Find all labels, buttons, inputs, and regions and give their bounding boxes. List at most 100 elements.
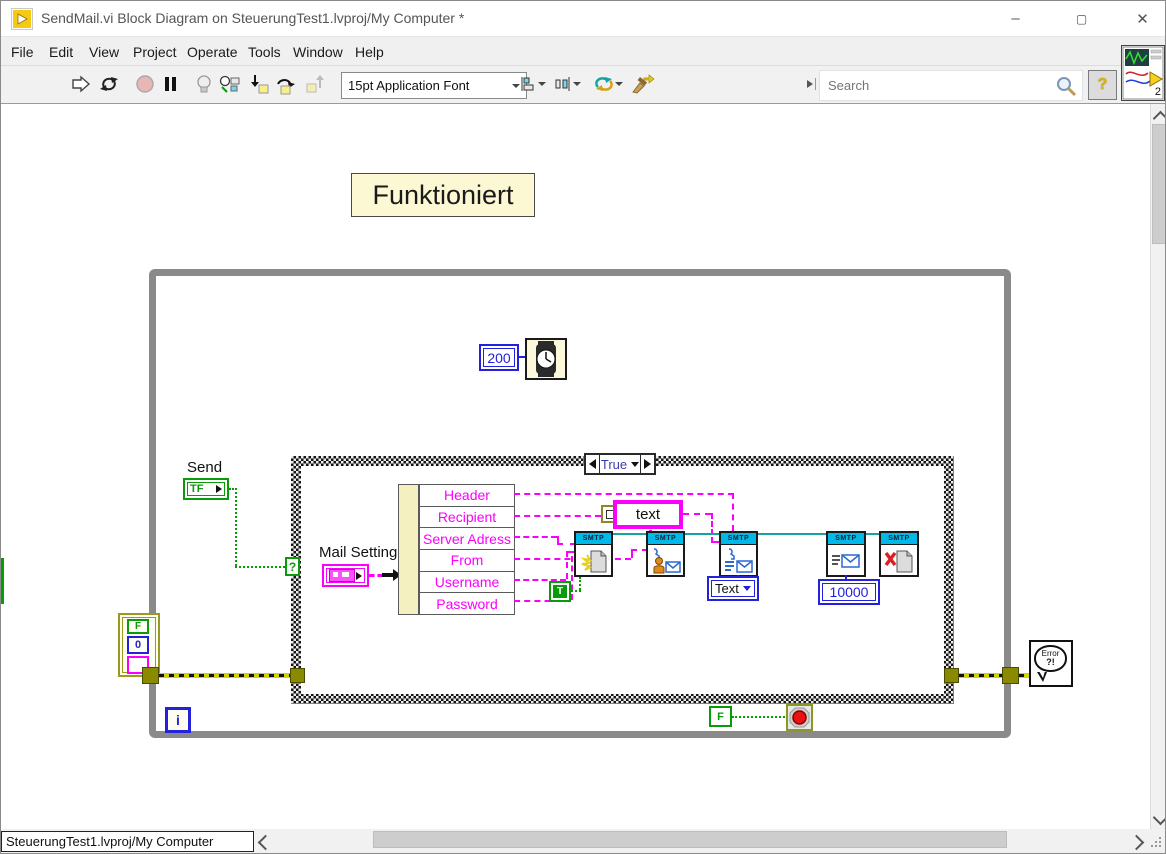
loop-condition-terminal[interactable]	[786, 704, 813, 731]
boolean-wire[interactable]	[235, 488, 237, 566]
distribute-objects-dropdown[interactable]	[552, 70, 584, 98]
string-wire[interactable]	[514, 515, 601, 517]
case-tunnel-right[interactable]	[944, 668, 959, 683]
loop-tunnel-left[interactable]	[142, 667, 159, 684]
send-label[interactable]: Send	[187, 459, 222, 476]
smtp-handle-wire[interactable]	[685, 533, 719, 535]
case-tunnel-left[interactable]	[290, 668, 305, 683]
menu-file[interactable]: File	[7, 37, 38, 66]
unbundle-field[interactable]: From	[419, 550, 515, 572]
timeout-constant[interactable]: 10000	[818, 579, 880, 605]
search-icon[interactable]	[1054, 74, 1078, 98]
unbundle-field[interactable]: Server Adress	[419, 528, 515, 551]
boolean-wire[interactable]	[579, 577, 581, 590]
case-previous-button[interactable]	[586, 455, 600, 473]
error-wire[interactable]	[159, 673, 291, 678]
text-string-constant[interactable]: text	[613, 500, 683, 529]
maximize-button[interactable]: ▢	[1059, 1, 1104, 36]
string-wire[interactable]	[711, 513, 713, 543]
boolean-wire[interactable]	[732, 716, 788, 718]
scroll-left-arrow[interactable]	[257, 834, 274, 853]
vertical-scrollbar[interactable]	[1150, 104, 1165, 829]
smtp-send-email-node[interactable]: SMTP	[826, 531, 866, 577]
scroll-down-arrow[interactable]	[1152, 809, 1165, 828]
close-button[interactable]: ✕	[1120, 1, 1165, 36]
string-wire[interactable]	[566, 551, 568, 579]
message-type-constant[interactable]: Text	[707, 576, 759, 601]
run-button[interactable]	[67, 70, 95, 98]
toolbar-overflow-chevron[interactable]	[807, 78, 816, 90]
step-into-button[interactable]	[246, 70, 274, 98]
boolean-wire[interactable]	[235, 566, 285, 568]
false-constant[interactable]: F	[709, 706, 732, 727]
reorder-dropdown[interactable]	[590, 70, 626, 98]
smtp-handle-wire[interactable]	[758, 533, 826, 535]
search-input[interactable]	[820, 77, 1054, 94]
error-wire[interactable]	[959, 673, 1004, 678]
unbundle-by-name-node[interactable]: Header Recipient Server Adress From User…	[419, 484, 515, 616]
error-code-constant[interactable]: 0	[127, 636, 149, 654]
step-into-icon	[251, 75, 269, 94]
resize-grip[interactable]	[1149, 835, 1161, 847]
align-objects-dropdown[interactable]	[517, 70, 549, 98]
simple-error-handler-node[interactable]: Error ?!	[1029, 640, 1073, 687]
case-selector-value-cell[interactable]: True	[600, 455, 640, 473]
smtp-handle-wire[interactable]	[866, 533, 879, 535]
minimize-button[interactable]: –	[993, 1, 1038, 36]
execution-target-label[interactable]: SteuerungTest1.lvproj/My Computer	[1, 831, 254, 852]
smtp-set-message-node[interactable]: SMTP	[719, 531, 758, 577]
smtp-close-icon	[884, 550, 913, 572]
menu-window[interactable]: Window	[289, 37, 347, 66]
vertical-scroll-thumb[interactable]	[1152, 124, 1165, 244]
case-selector-label[interactable]: True	[584, 453, 656, 475]
string-wire[interactable]	[732, 493, 734, 531]
pause-button[interactable]	[157, 70, 185, 98]
help-button[interactable]: ?	[1088, 70, 1117, 100]
string-wire[interactable]	[514, 493, 734, 495]
mail-setting-terminal[interactable]	[322, 564, 369, 587]
unbundle-node-strip[interactable]	[398, 484, 419, 615]
true-constant[interactable]: T	[549, 581, 571, 602]
string-wire[interactable]	[514, 536, 557, 538]
run-icon	[72, 75, 91, 93]
menu-tools[interactable]: Tools	[244, 37, 285, 66]
menu-edit[interactable]: Edit	[45, 37, 77, 66]
cluster-wire[interactable]	[369, 574, 383, 577]
error-status-constant[interactable]: F	[127, 619, 149, 634]
step-over-button[interactable]	[272, 70, 300, 98]
retain-wire-values-button[interactable]	[216, 70, 244, 98]
smtp-handle-wire[interactable]	[613, 533, 646, 535]
smtp-close-handle-node[interactable]: SMTP	[879, 531, 919, 577]
unbundle-field[interactable]: Password	[419, 593, 515, 616]
send-terminal[interactable]: TF	[183, 478, 229, 500]
unbundle-field[interactable]: Username	[419, 571, 515, 594]
smtp-set-recipients-node[interactable]: SMTP	[646, 531, 685, 577]
free-label-comment[interactable]: Funktioniert	[351, 173, 535, 217]
diagram-canvas[interactable]: Funktioniert 200 F 0 True ? Send TF Mail…	[1, 104, 1150, 829]
highlight-execution-button[interactable]	[190, 70, 218, 98]
case-next-button[interactable]	[640, 455, 654, 473]
wire-arrow	[382, 573, 393, 577]
menu-project[interactable]: Project	[129, 37, 181, 66]
chevron-down-icon	[538, 82, 546, 90]
menu-view[interactable]: View	[85, 37, 123, 66]
unbundle-field[interactable]: Header	[419, 484, 515, 507]
cleanup-diagram-button[interactable]	[629, 70, 657, 98]
unbundle-field[interactable]: Recipient	[419, 506, 515, 529]
menu-operate[interactable]: Operate	[183, 37, 242, 66]
smtp-open-handle-node[interactable]: SMTP	[574, 531, 613, 577]
menu-help[interactable]: Help	[351, 37, 388, 66]
chevron-down-icon	[743, 586, 751, 591]
string-wire[interactable]	[683, 513, 711, 515]
horizontal-scroll-thumb[interactable]	[373, 831, 1007, 848]
run-continuously-button[interactable]	[95, 70, 123, 98]
case-selector-terminal[interactable]: ?	[285, 557, 300, 576]
loop-tunnel-right[interactable]	[1002, 667, 1019, 684]
vi-icon-thumbnail[interactable]: 2	[1121, 45, 1165, 101]
font-selector-dropdown[interactable]: 15pt Application Font	[341, 72, 527, 99]
boolean-wire[interactable]	[571, 590, 581, 592]
string-wire[interactable]	[571, 556, 573, 600]
mail-setting-label[interactable]: Mail Setting	[319, 544, 397, 561]
iteration-terminal[interactable]: i	[165, 707, 191, 733]
scroll-right-arrow[interactable]	[1128, 834, 1145, 853]
